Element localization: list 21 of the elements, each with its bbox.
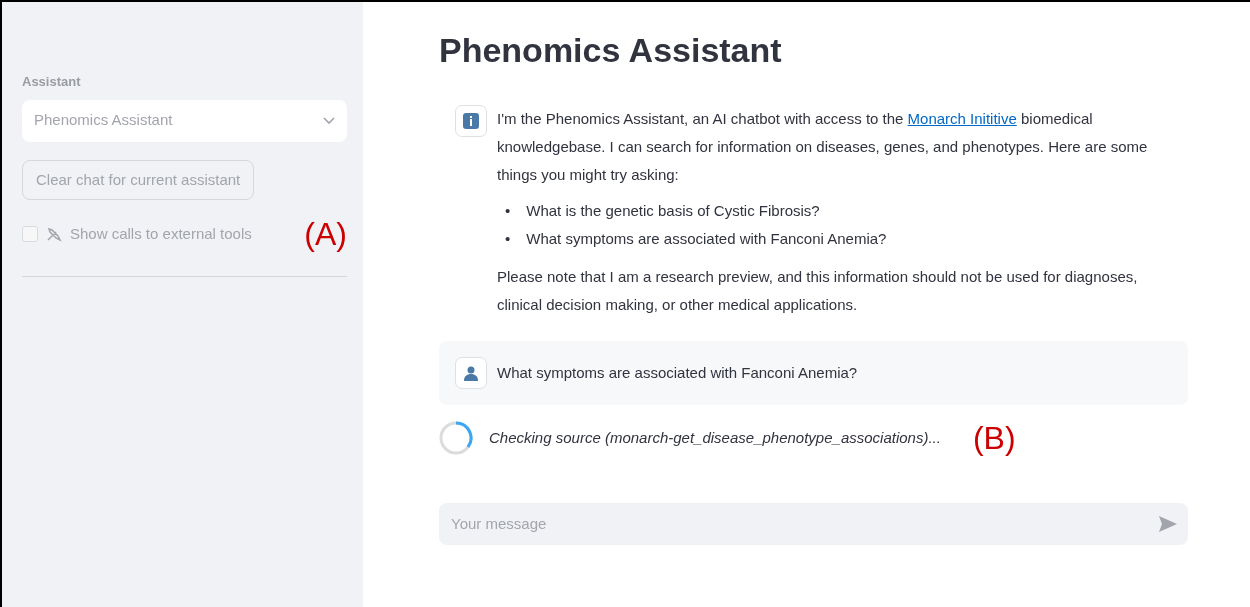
suggestion-text: What symptoms are associated with Fanconi Anemia? — [526, 228, 887, 249]
page-title: Phenomics Assistant — [439, 30, 783, 71]
suggestion-text: What is the genetic basis of Cystic Fibrosis? — [526, 200, 820, 221]
bullet: • — [505, 228, 511, 249]
user-icon — [463, 364, 479, 381]
checkbox-label: Show calls to external tools — [70, 223, 252, 244]
bullet: • — [505, 200, 511, 221]
info-icon — [462, 111, 480, 130]
message-input[interactable]: Your message — [439, 502, 1188, 545]
send-icon[interactable] — [1158, 514, 1178, 533]
message-paragraph: I'm the Phenomics Assistant, an AI chatbot with access to the Monarch Inititive biomedical knowledgebase. I can search for information on diseases, genes, and phenotypes. Here are some things you might try asking: — [497, 108, 1149, 185]
annotation-label: (B) — [972, 421, 1016, 454]
message-text: What symptoms are associated with Fanconi Anemia? — [497, 362, 858, 383]
link[interactable]: Monarch Inititive — [907, 109, 1017, 127]
select-label: Assistant — [22, 73, 82, 91]
message-paragraph: Please note that I am a research preview, and this information should not be used for diagnoses, clinical decision making, or other medical applications. — [497, 266, 1139, 315]
message-field[interactable]: Your message — [449, 511, 1158, 537]
loading-spinner-icon — [439, 420, 473, 455]
chevron-down-icon — [323, 116, 335, 125]
annotation-label: (A) — [304, 218, 347, 250]
status-text: Checking source (monarch-get_disease_phenotype_associations)... — [489, 427, 941, 448]
